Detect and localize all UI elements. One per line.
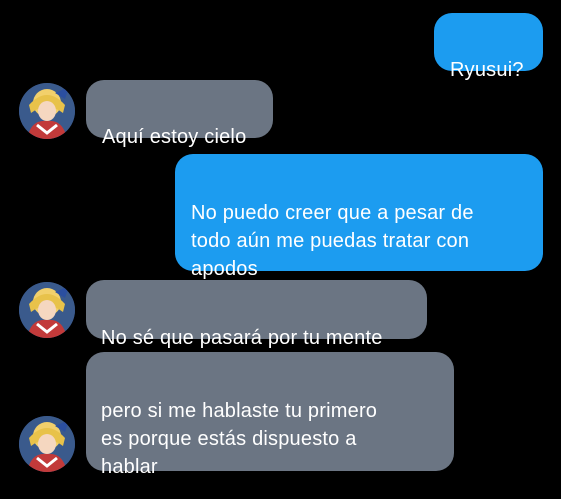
contact-avatar[interactable] [19, 416, 75, 472]
message-text: No sé que pasará por tu mente [101, 327, 383, 349]
contact-avatar[interactable] [19, 83, 75, 139]
message-incoming[interactable]: No sé que pasará por tu mente [86, 280, 427, 349]
message-incoming[interactable]: Aquí estoy cielo [86, 80, 273, 148]
message-text: Aquí estoy cielo [102, 126, 247, 148]
anime-character-avatar-icon [19, 416, 75, 472]
message-outgoing[interactable]: Ryusui? [434, 13, 543, 81]
anime-character-avatar-icon [19, 83, 75, 139]
message-incoming[interactable]: pero si me hablaste tu primero es porque… [86, 352, 454, 478]
message-text: Ryusui? [450, 59, 524, 81]
contact-avatar[interactable] [19, 282, 75, 338]
anime-character-avatar-icon [19, 282, 75, 338]
message-text: pero si me hablaste tu primero es porque… [101, 400, 378, 478]
message-text: No puedo creer que a pesar de todo aún m… [191, 202, 474, 280]
message-outgoing[interactable]: No puedo creer que a pesar de todo aún m… [175, 154, 543, 280]
chat-thread: Ryusui? Aquí estoy cielo No puedo creer … [0, 0, 561, 499]
